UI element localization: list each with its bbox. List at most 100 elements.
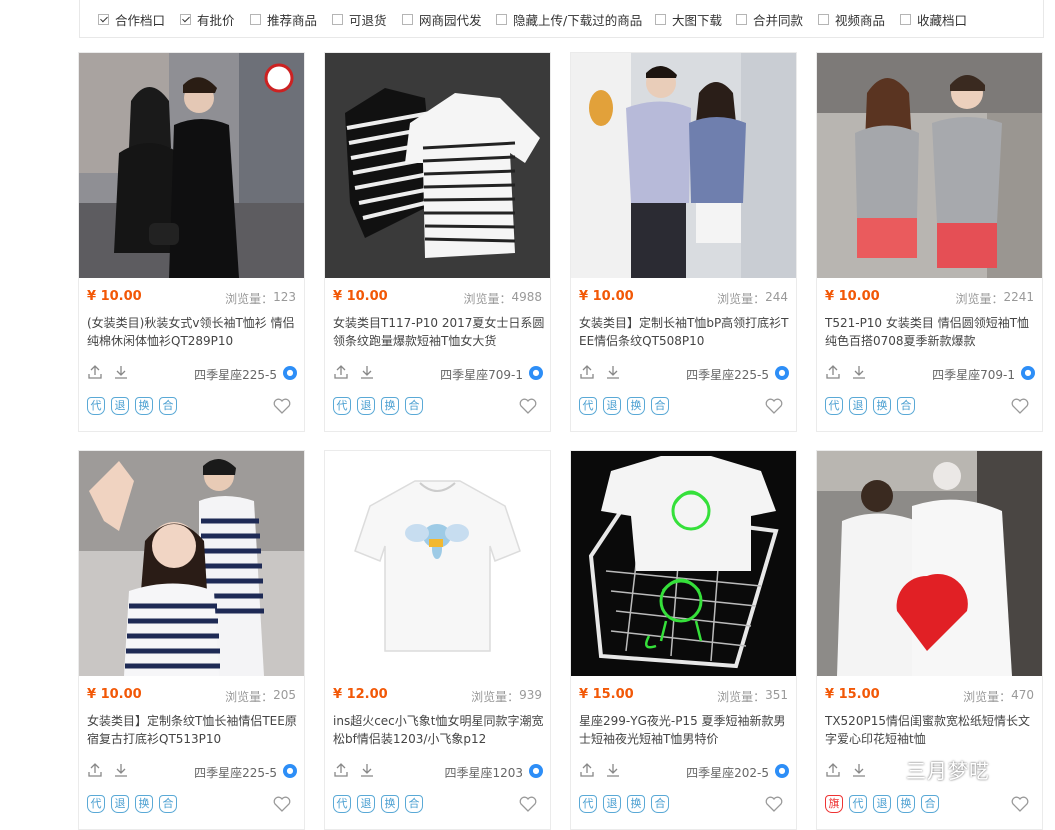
product-price: ¥ 12.00: [333, 687, 388, 702]
store-name[interactable]: 四季星座225-5: [194, 366, 277, 383]
download-icon[interactable]: [359, 762, 375, 778]
download-icon[interactable]: [605, 364, 621, 380]
product-card[interactable]: ¥ 10.00 浏览量： 205 女装类目】定制条纹T恤长袖情侣TEE原宿复古打底…: [78, 450, 305, 830]
store-name[interactable]: 四季星座202-5: [686, 764, 769, 781]
action-row: 四季星座225-5 ●: [87, 762, 297, 780]
product-photo[interactable]: [325, 53, 550, 278]
filter-has-wholesale-price[interactable]: 有批价: [180, 11, 235, 28]
upload-icon[interactable]: [825, 364, 841, 380]
favorite-heart-icon[interactable]: [519, 796, 537, 812]
chat-icon[interactable]: ●: [529, 366, 543, 380]
tag-cooperate: 合: [897, 397, 915, 415]
upload-icon[interactable]: [87, 762, 103, 778]
product-title[interactable]: ins超火cec小飞象t恤女明星同款字潮宽松bf情侣装1203/小飞象p12: [333, 712, 546, 748]
store-name[interactable]: 四季星座225-5: [194, 764, 277, 781]
product-card[interactable]: ¥ 10.00 浏览量： 244 女装类目】定制长袖T恤bP高领打底衫TEE情侣条…: [570, 52, 797, 432]
product-title[interactable]: 女装类目T117-P10 2017夏女士日系圆领条纹跑量爆款短袖T恤女大货: [333, 314, 546, 350]
product-photo[interactable]: [79, 53, 304, 278]
checkbox[interactable]: [250, 13, 261, 25]
filter-video-products[interactable]: 视频商品: [818, 11, 885, 28]
download-icon[interactable]: [113, 762, 129, 778]
product-title[interactable]: T521-P10 女装类目 情侣圆领短袖T恤纯色百搭0708夏季新款爆款: [825, 314, 1038, 350]
favorite-heart-icon[interactable]: [273, 796, 291, 812]
product-card[interactable]: ¥ 10.00 浏览量： 2241 T521-P10 女装类目 情侣圆领短袖T恤纯…: [816, 52, 1043, 432]
filter-cooperating-stalls[interactable]: 合作档口: [98, 11, 165, 28]
product-card[interactable]: ¥ 15.00 浏览量： 351 星座299-YG夜光-P15 夏季短袖新款男士短…: [570, 450, 797, 830]
favorite-heart-icon[interactable]: [273, 398, 291, 414]
filter-merge-same[interactable]: 合并同款: [736, 11, 803, 28]
product-title[interactable]: 女装类目】定制条纹T恤长袖情侣TEE原宿复古打底衫QT513P10: [87, 712, 300, 748]
checkbox[interactable]: [496, 13, 507, 25]
tag-dropship: 代: [579, 795, 597, 813]
favorite-heart-icon[interactable]: [765, 398, 783, 414]
chat-icon[interactable]: ●: [283, 764, 297, 778]
checkbox[interactable]: [818, 13, 829, 25]
tag-flagship: 旗: [825, 795, 843, 813]
product-photo[interactable]: [571, 53, 796, 278]
filter-large-image-download[interactable]: 大图下载: [655, 11, 722, 28]
view-count: 浏览量： 244: [717, 290, 788, 307]
view-count: 浏览量： 2241: [955, 290, 1034, 307]
product-photo[interactable]: [817, 53, 1042, 278]
upload-icon[interactable]: [333, 762, 349, 778]
upload-icon[interactable]: [825, 762, 841, 778]
store-name[interactable]: 四季星座1203: [444, 764, 523, 781]
checkbox[interactable]: [98, 13, 109, 25]
product-photo[interactable]: [571, 451, 796, 676]
favorite-heart-icon[interactable]: [765, 796, 783, 812]
store-name[interactable]: 四季星座225-5: [686, 366, 769, 383]
product-card[interactable]: ¥ 10.00 浏览量： 123 (女装类目)秋装女式v领长袖T恤衫 情侣纯棉休闲…: [78, 52, 305, 432]
product-price: ¥ 10.00: [87, 289, 142, 304]
checkbox[interactable]: [332, 13, 343, 25]
checkbox[interactable]: [655, 13, 666, 25]
store-name[interactable]: 四季星座709-1: [932, 366, 1015, 383]
tag-cooperate: 合: [651, 397, 669, 415]
product-photo[interactable]: [817, 451, 1042, 676]
tag-cooperate: 合: [405, 397, 423, 415]
tag-return: 退: [873, 795, 891, 813]
download-icon[interactable]: [359, 364, 375, 380]
store-name[interactable]: 四季星座709-1: [440, 366, 523, 383]
tag-dropship: 代: [87, 795, 105, 813]
views-value: 2241: [1003, 290, 1034, 304]
chat-icon[interactable]: ●: [1021, 366, 1035, 380]
product-title[interactable]: 女装类目】定制长袖T恤bP高领打底衫TEE情侣条纹QT508P10: [579, 314, 792, 350]
checkbox[interactable]: [736, 13, 747, 25]
chat-icon[interactable]: ●: [529, 764, 543, 778]
favorite-heart-icon[interactable]: [1011, 796, 1029, 812]
product-title[interactable]: 星座299-YG夜光-P15 夏季短袖新款男士短袖夜光短袖T恤男特价: [579, 712, 792, 748]
download-icon[interactable]: [851, 364, 867, 380]
download-icon[interactable]: [605, 762, 621, 778]
checkbox[interactable]: [900, 13, 911, 25]
filter-returnable[interactable]: 可退货: [332, 11, 387, 28]
tag-cooperate: 合: [159, 795, 177, 813]
wechat-icon: [866, 757, 899, 781]
product-card[interactable]: ¥ 12.00 浏览量： 939 ins超火cec小飞象t恤女明星同款字潮宽松bf…: [324, 450, 551, 830]
product-card[interactable]: ¥ 10.00 浏览量： 4988 女装类目T117-P10 2017夏女士日系圆…: [324, 52, 551, 432]
chat-icon[interactable]: ●: [775, 764, 789, 778]
filter-recommended[interactable]: 推荐商品: [250, 11, 317, 28]
chat-icon[interactable]: ●: [283, 366, 297, 380]
checkbox[interactable]: [402, 13, 413, 25]
filter-favorite-stalls[interactable]: 收藏档口: [900, 11, 967, 28]
favorite-heart-icon[interactable]: [1011, 398, 1029, 414]
download-icon[interactable]: [851, 762, 867, 778]
filter-hide-downloaded[interactable]: 隐藏上传/下载过的商品: [496, 11, 643, 28]
action-row: 四季星座225-5 ●: [579, 364, 789, 382]
product-title[interactable]: (女装类目)秋装女式v领长袖T恤衫 情侣纯棉休闲体恤衫QT289P10: [87, 314, 300, 350]
upload-icon[interactable]: [579, 762, 595, 778]
views-label: 浏览量：: [471, 690, 520, 704]
filter-dropship[interactable]: 网商园代发: [402, 11, 482, 28]
chat-icon[interactable]: ●: [775, 366, 789, 380]
product-photo[interactable]: [79, 451, 304, 676]
favorite-heart-icon[interactable]: [519, 398, 537, 414]
filter-label: 隐藏上传/下载过的商品: [513, 12, 643, 28]
upload-icon[interactable]: [333, 364, 349, 380]
upload-icon[interactable]: [87, 364, 103, 380]
checkbox[interactable]: [180, 13, 191, 25]
product-title[interactable]: TX520P15情侣闺蜜款宽松纸短情长文字爱心印花短袖t恤: [825, 712, 1038, 748]
product-photo[interactable]: [325, 451, 550, 676]
tag-dropship: 代: [825, 397, 843, 415]
download-icon[interactable]: [113, 364, 129, 380]
upload-icon[interactable]: [579, 364, 595, 380]
